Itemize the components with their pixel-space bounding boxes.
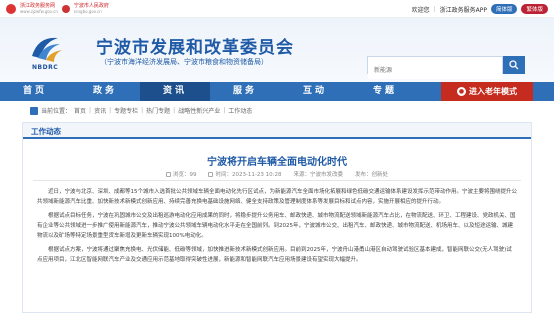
search-button[interactable] (503, 56, 525, 74)
gov-logos[interactable]: 浙江政务服务网 www.zjzwfw.gov.cn 宁波市人民政府 ningbo… (6, 3, 109, 15)
eye-icon (165, 172, 171, 177)
breadcrumb-item[interactable]: 资讯 (94, 106, 106, 115)
divider (33, 180, 521, 181)
people-gov-domain: ningbo.gov.cn (73, 9, 102, 14)
breadcrumb: 当前位置： 首页 | 资讯 | 专题专栏 | 热门专题 | 战略性新兴产业 | … (30, 106, 252, 115)
article-author: 发布：创新处 (355, 172, 389, 178)
article-views: 浏览：99 (165, 170, 196, 178)
article-title: 宁波将开启车辆全面电动化时代 (207, 157, 347, 168)
main-nav: 首页 政务 资讯 服务 互动 专题 ● 进入老年模式 (0, 82, 554, 101)
panel-header: 工作动态 (23, 123, 531, 139)
search-box (367, 56, 503, 79)
site-header: NBDRC 宁波市发展和改革委员会 （宁波市海洋经济发展局、宁波市粮食和物资储备… (0, 18, 554, 82)
top-bar: 浙江政务服务网 www.zjzwfw.gov.cn 宁波市人民政府 ningbo… (0, 0, 554, 18)
welcome-text: 欢迎您 (411, 6, 430, 14)
article-paragraph: 近日，宁波与北京、深圳、成都等15个城市入选首批公共领域车辆全面电动化先行区试点… (37, 189, 518, 205)
simplified-button[interactable]: 简体版 (490, 4, 518, 14)
nav-interaction[interactable]: 互动 (280, 82, 350, 101)
breadcrumb-item[interactable]: 专题专栏 (114, 106, 138, 115)
nav-affairs[interactable]: 政务 (70, 82, 140, 101)
nbdrc-logo-icon[interactable] (28, 30, 64, 66)
elder-mode-label: 进入老年模式 (469, 87, 517, 96)
search-input[interactable] (368, 62, 502, 79)
elder-mode-button[interactable]: ● 进入老年模式 (441, 82, 533, 101)
site-subtitle: （宁波市海洋经济发展局、宁波市粮食和物资储备局） (100, 58, 268, 66)
breadcrumb-label: 当前位置： (41, 108, 72, 115)
nav-topics[interactable]: 专题 (350, 82, 420, 101)
article-meta: 浏览：99 时间：2023-11-23 10:28 来源：宁波市发改委 发布：创… (23, 170, 531, 178)
clock-icon (208, 172, 214, 177)
ningbo-emblem-icon (61, 5, 70, 13)
article-paragraph: 根据试点目标任务，宁波在巩固城市公交及出租巡游电动化应用成果的同时，将稳步提升公… (37, 213, 516, 239)
nav-home[interactable]: 首页 (0, 82, 70, 101)
elder-mode-icon: ● (457, 87, 466, 96)
site-title[interactable]: 宁波市发展和改革委员会 (96, 33, 294, 58)
breadcrumb-item[interactable]: 工作动态 (228, 106, 252, 115)
location-icon (30, 106, 38, 115)
breadcrumb-item[interactable]: 热门专题 (146, 106, 170, 115)
content-panel: 工作动态 宁波将开启车辆全面电动化时代 浏览：99 时间：2023-11-23 … (22, 122, 532, 313)
article-paragraph: 根据试点方案，宁波将通过聚焦充换电、光伏储能、低碳等领域，加快推进新技术新模式创… (37, 247, 512, 263)
zjzwfw-emblem-icon (6, 4, 16, 14)
logo-text: NBDRC (32, 64, 59, 71)
panel-heading: 工作动态 (31, 127, 61, 136)
article-source: 来源：宁波市发改委 (293, 172, 344, 178)
app-link[interactable]: 浙江政务服务APP (440, 5, 487, 14)
top-links: 欢迎您 | 浙江政务服务APP 简体版 繁体版 (412, 4, 548, 14)
search-icon (509, 60, 519, 70)
nav-services[interactable]: 服务 (210, 82, 280, 101)
breadcrumb-item[interactable]: 首页 (74, 106, 86, 115)
article-body: 近日，宁波与北京、深圳、成都等15个城市入选首批公共领域车辆全面电动化先行区试点… (37, 187, 517, 269)
gov-domain: www.zjzwfw.gov.cn (20, 9, 58, 14)
breadcrumb-item[interactable]: 战略性新兴产业 (178, 106, 220, 115)
article-time: 时间：2023-11-23 10:28 (208, 170, 282, 178)
nav-news[interactable]: 资讯 (140, 82, 210, 101)
traditional-button[interactable]: 繁体版 (521, 4, 548, 14)
